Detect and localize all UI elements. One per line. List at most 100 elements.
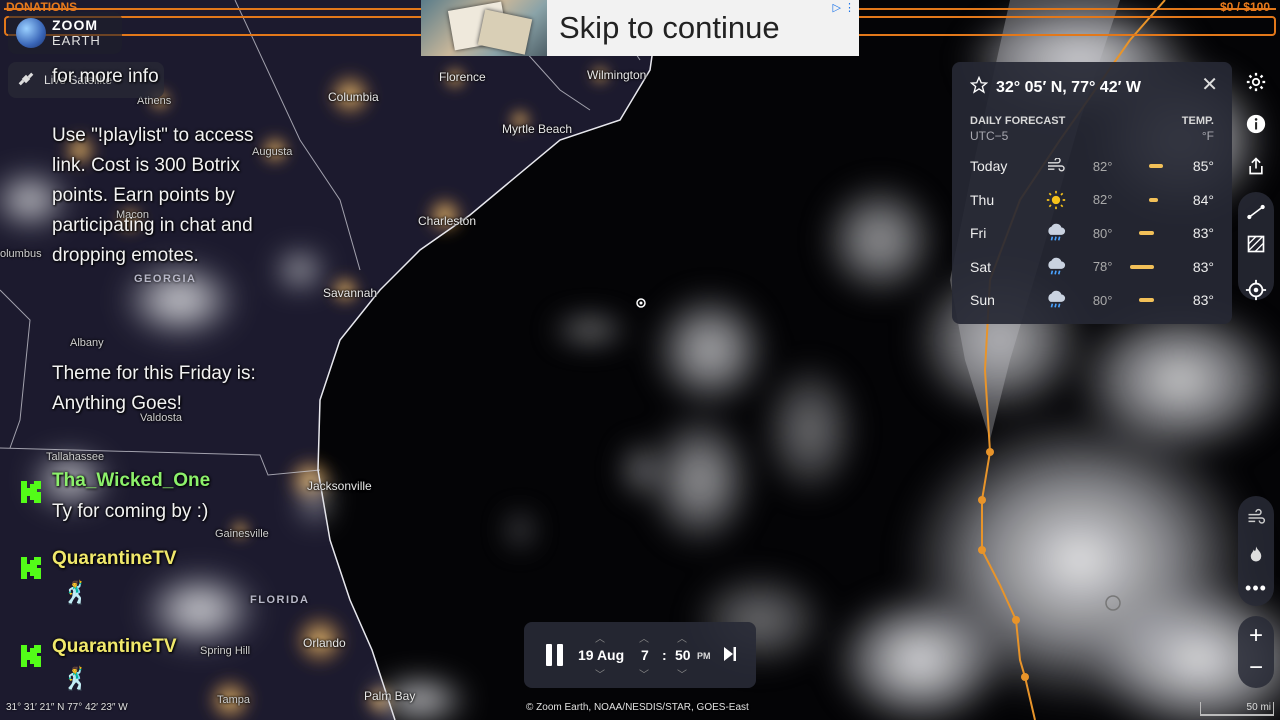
cursor-coordinates: 31° 31′ 21″ N 77° 42′ 23″ W (6, 702, 128, 713)
share-button[interactable] (1238, 148, 1274, 184)
forecast-day: Thu (970, 191, 995, 208)
forecast-day: Today (970, 158, 1008, 174)
adchoices-icon[interactable]: ▷ ⋮ (832, 1, 855, 14)
more-layers-button[interactable]: ••• (1238, 570, 1274, 606)
city-label: Florence (439, 70, 486, 84)
city-label: Tampa (217, 694, 251, 706)
state-label: FLORIDA (250, 594, 310, 606)
temp-range-track (1121, 298, 1178, 303)
wind-layer-button[interactable] (1238, 500, 1274, 536)
ad-banner[interactable]: Skip to continue ▷ ⋮ (421, 0, 859, 56)
kick-icon (21, 557, 41, 579)
forecast-low: 82° (1092, 192, 1113, 208)
temp-range-bar (1139, 298, 1154, 303)
minute-up-chevron-icon[interactable]: ︿ (677, 630, 687, 645)
info-button[interactable] (1238, 106, 1274, 142)
donations-amount: $0 / $100 (1219, 0, 1270, 14)
temp-range-track (1121, 264, 1178, 269)
kick-icon (21, 481, 41, 503)
chat-username: Tha_Wicked_One (52, 470, 211, 491)
city-label: Columbia (328, 90, 379, 104)
timezone-label: UTC−5 (970, 129, 1009, 143)
satellite-icon (18, 71, 34, 90)
ad-image (421, 0, 547, 56)
forecast-row[interactable]: Today 82° 85° (970, 152, 1214, 180)
zoom-out-button[interactable]: − (1238, 650, 1274, 686)
area-hatch-icon (1247, 235, 1265, 253)
measure-line-icon (1247, 204, 1265, 220)
forecast-day: Sat (970, 258, 992, 275)
pause-button[interactable] (544, 644, 566, 666)
city-label: Palm Bay (364, 689, 416, 703)
time-control: ︿ ﹀ 19 Aug ︿ ﹀ 7 : ︿ ﹀ 50 PM (524, 622, 756, 688)
forecast-title: DAILY FORECAST (970, 115, 1066, 127)
date-display[interactable]: 19 Aug (578, 647, 624, 663)
hour-down-chevron-icon[interactable]: ﹀ (639, 666, 649, 681)
zoom-earth-logo[interactable]: ZOOM EARTH (8, 12, 122, 54)
favorite-star-icon[interactable] (969, 75, 989, 99)
rain-icon (1037, 223, 1075, 243)
forecast-high: 83° (1192, 225, 1214, 242)
forecast-row[interactable]: Fri 80° 83° (970, 219, 1214, 247)
temp-range-track (1121, 164, 1178, 168)
sun-icon (1037, 190, 1075, 210)
date-down-chevron-icon[interactable]: ﹀ (595, 666, 605, 681)
temp-range-bar (1149, 164, 1164, 168)
city-label: Tallahassee (46, 451, 105, 463)
minute-down-chevron-icon[interactable]: ﹀ (677, 666, 687, 681)
fire-layer-button[interactable] (1238, 536, 1274, 572)
hour-display[interactable]: 7 (641, 647, 649, 663)
locate-button[interactable] (1238, 272, 1274, 308)
forecast-row[interactable]: Sat 78° 83° (970, 253, 1214, 281)
attribution-text: © Zoom Earth, NOAA/NESDIS/STAR, GOES-Eas… (526, 702, 749, 713)
unit-label: °F (1201, 129, 1214, 143)
settings-button[interactable] (1238, 64, 1274, 100)
forecast-high: 83° (1192, 258, 1214, 275)
wind-icon (1248, 508, 1266, 524)
logo-line-2: EARTH (52, 33, 101, 48)
forecast-high: 83° (1192, 292, 1214, 309)
temp-range-bar (1139, 231, 1154, 236)
city-label: Gainesville (215, 528, 269, 540)
temp-range-track (1121, 231, 1178, 236)
temp-range-bar (1149, 197, 1159, 202)
hour-up-chevron-icon[interactable]: ︿ (639, 630, 649, 645)
temp-label: TEMP. (1181, 115, 1214, 127)
ampm-display: PM (697, 651, 711, 661)
date-up-chevron-icon[interactable]: ︿ (595, 630, 605, 645)
forecast-row[interactable]: Sun 80° 83° (970, 286, 1214, 314)
city-label: Charleston (418, 214, 477, 228)
forecast-day: Fri (970, 225, 987, 242)
city-label: Wilmington (587, 68, 647, 82)
forecast-low: 82° (1092, 158, 1113, 174)
temp-range-bar (1129, 264, 1154, 269)
more-dots-icon: ••• (1245, 577, 1267, 598)
ad-text: Skip to continue (559, 10, 780, 45)
measure-button[interactable] (1238, 194, 1274, 230)
chat-text: Use "!playlist" to access link. Cost is … (52, 125, 254, 266)
city-label: Orlando (303, 636, 346, 650)
forecast-low: 78° (1092, 259, 1113, 275)
rain-icon (1037, 290, 1075, 310)
plus-icon: + (1248, 622, 1263, 649)
skip-forward-icon[interactable] (723, 646, 737, 662)
logo-line-1: ZOOM (52, 17, 98, 33)
minute-display[interactable]: 50 (675, 647, 691, 663)
close-icon[interactable]: ✕ (1201, 72, 1218, 97)
city-label: Savannah (323, 286, 378, 300)
chat-text: for more info (52, 66, 159, 87)
share-icon (1249, 157, 1263, 175)
flame-icon (1250, 546, 1262, 562)
globe-icon (16, 18, 46, 48)
zoom-in-button[interactable]: + (1238, 618, 1274, 654)
forecast-day: Sun (970, 292, 995, 309)
chat-text: Ty for coming by :) (52, 501, 209, 522)
temp-range-track (1121, 197, 1178, 202)
rain-icon (1037, 257, 1075, 277)
forecast-low: 80° (1092, 225, 1113, 241)
area-button[interactable] (1238, 226, 1274, 262)
forecast-row[interactable]: Thu 82° 84° (970, 186, 1214, 214)
info-icon (1246, 114, 1266, 134)
kick-icon (21, 645, 41, 667)
forecast-coordinates: 32° 05′ N, 77° 42′ W (996, 78, 1141, 96)
